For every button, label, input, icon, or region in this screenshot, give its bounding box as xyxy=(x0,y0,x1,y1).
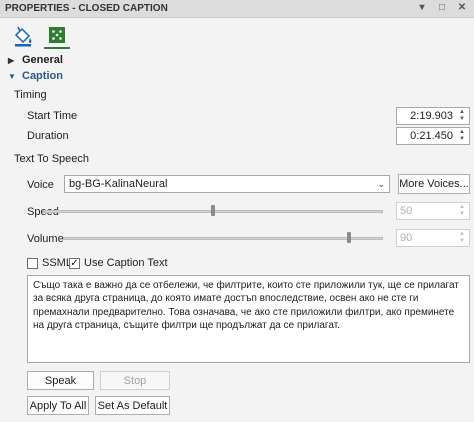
caption-properties-icon[interactable] xyxy=(44,23,70,49)
voice-label: Voice xyxy=(27,179,54,191)
speak-button[interactable]: Speak xyxy=(27,371,94,390)
apply-to-all-button[interactable]: Apply To All xyxy=(27,396,89,415)
volume-slider-thumb[interactable] xyxy=(347,232,351,243)
volume-label: Volume xyxy=(27,233,64,245)
paint-bucket-icon[interactable] xyxy=(10,23,36,49)
voice-select[interactable]: bg-BG-KalinaNeural ⌄ xyxy=(64,175,390,193)
section-general[interactable]: ▶ General xyxy=(8,54,63,66)
close-icon[interactable]: ✕ xyxy=(456,2,468,13)
spin-arrows-icon: ▲ ▼ xyxy=(459,231,465,244)
volume-slider[interactable] xyxy=(63,232,383,244)
spin-arrows-icon[interactable]: ▲ ▼ xyxy=(457,109,467,123)
speed-slider-thumb[interactable] xyxy=(211,205,215,216)
speed-slider[interactable] xyxy=(43,205,383,217)
ssml-checkbox[interactable]: SSML xyxy=(27,257,72,269)
dropdown-icon[interactable]: ▾ xyxy=(416,2,428,13)
duration-stepper[interactable]: 0:21.450 ▲ ▼ xyxy=(396,127,470,145)
use-caption-text-checkbox[interactable]: ✓ Use Caption Text xyxy=(69,257,168,269)
start-time-stepper[interactable]: 2:19.903 ▲ ▼ xyxy=(396,107,470,125)
chevron-down-icon: ▼ xyxy=(8,71,16,81)
chevron-right-icon: ▶ xyxy=(8,55,15,65)
speed-stepper: 50 ▲ ▼ xyxy=(396,202,470,220)
section-caption[interactable]: ▼ Caption xyxy=(8,70,63,82)
set-as-default-button[interactable]: Set As Default xyxy=(95,396,170,415)
tts-text-area[interactable]: Също така е важно да се отбележи, че фил… xyxy=(27,275,470,363)
window-controls: ▾ □ ✕ xyxy=(416,2,468,13)
checkbox-box[interactable] xyxy=(27,257,38,269)
panel-title-bar: PROPERTIES - CLOSED CAPTION ▾ □ ✕ xyxy=(0,0,474,18)
chevron-down-icon: ⌄ xyxy=(377,179,385,189)
spin-arrows-icon: ▲ ▼ xyxy=(459,204,465,217)
properties-toolbar xyxy=(0,18,474,52)
volume-stepper: 90 ▲ ▼ xyxy=(396,229,470,247)
maximize-icon[interactable]: □ xyxy=(436,2,448,13)
start-time-label: Start Time xyxy=(27,110,78,122)
spin-arrows-icon[interactable]: ▲ ▼ xyxy=(457,129,467,143)
more-voices-button[interactable]: More Voices... xyxy=(398,174,470,194)
timing-heading: Timing xyxy=(14,89,47,101)
panel-title: PROPERTIES - CLOSED CAPTION xyxy=(5,3,168,14)
duration-label: Duration xyxy=(27,130,69,142)
tts-heading: Text To Speech xyxy=(14,153,90,165)
checkmark-icon[interactable]: ✓ xyxy=(69,257,80,269)
stop-button[interactable]: Stop xyxy=(100,371,170,390)
